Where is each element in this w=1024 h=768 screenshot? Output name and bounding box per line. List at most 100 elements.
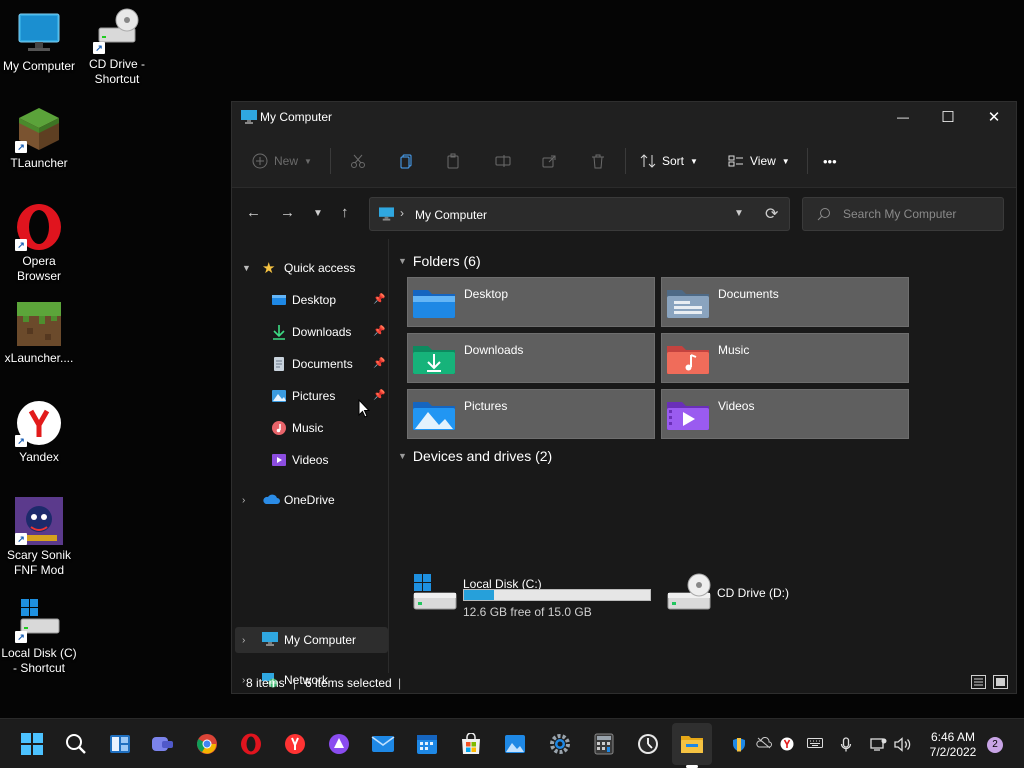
title-bar[interactable]: My Computer — ☐ ✕ <box>232 102 1016 132</box>
desktop-icon-scary-sonik[interactable]: ↗ Scary Sonik FNF Mod <box>0 497 78 578</box>
share-button[interactable] <box>541 148 557 174</box>
cut-button[interactable] <box>350 148 366 174</box>
breadcrumb[interactable]: My Computer <box>415 208 487 222</box>
shortcut-arrow-icon: ↗ <box>15 141 27 153</box>
network-status-icon[interactable] <box>870 737 887 755</box>
recent-locations-chevron-icon[interactable]: ▼ <box>313 208 323 219</box>
folder-name: Documents <box>718 287 779 301</box>
windows-security-icon[interactable] <box>732 737 746 755</box>
back-arrow-icon[interactable]: ← <box>246 204 261 221</box>
delete-button[interactable] <box>590 148 606 174</box>
taskbar-app-mail[interactable] <box>371 732 395 756</box>
taskbar-app-calculator[interactable] <box>592 732 616 756</box>
desktop-icon-tlauncher[interactable]: ↗ TLauncher <box>0 105 78 171</box>
maximize-button[interactable]: ☐ <box>925 102 971 132</box>
status-separator: | <box>293 676 297 690</box>
clock[interactable]: 6:46 AM 7/2/2022 <box>920 730 986 760</box>
taskbar-app-settings[interactable] <box>548 732 572 756</box>
forward-arrow-icon[interactable]: → <box>280 204 295 221</box>
sidebar-item-documents[interactable]: Documents 📌 <box>232 351 388 377</box>
desktop-icon-my-computer[interactable]: My Computer <box>0 8 78 74</box>
notification-badge[interactable]: 2 <box>987 737 1003 753</box>
opera-icon: ↗ <box>15 203 63 251</box>
monitor-icon <box>262 632 278 648</box>
breadcrumb-separator-icon: › <box>400 206 404 220</box>
drive-cd-drive[interactable]: CD Drive (D:) <box>667 573 817 623</box>
keyboard-icon[interactable] <box>807 737 823 752</box>
folders-group-header[interactable]: ▼ Folders (6) <box>398 253 481 269</box>
taskbar-search-button[interactable] <box>64 732 88 756</box>
address-bar[interactable]: › My Computer ▼ ⟳ <box>369 197 790 231</box>
folder-icon <box>681 736 703 753</box>
chevron-down-icon[interactable]: ▼ <box>734 208 744 219</box>
microphone-icon[interactable] <box>840 737 852 756</box>
details-view-icon[interactable] <box>971 675 986 689</box>
new-button[interactable]: New ▼ <box>252 148 312 174</box>
taskbar-app-opera[interactable] <box>239 732 263 756</box>
folder-tile-downloads[interactable]: Downloads <box>407 333 655 383</box>
item-count: 8 items <box>246 676 285 690</box>
desktop-icon-cd-drive-shortcut[interactable]: ↗ CD Drive - Shortcut <box>78 6 156 87</box>
taskbar-app-file-explorer[interactable] <box>680 732 704 756</box>
pin-icon: 📌 <box>373 326 386 337</box>
videos-folder-icon <box>666 396 710 432</box>
desktop-icon-label: Yandex <box>19 450 59 464</box>
search-box[interactable] <box>802 197 1004 231</box>
sidebar-item-downloads[interactable]: Downloads 📌 <box>232 319 388 345</box>
refresh-icon[interactable]: ⟳ <box>765 204 778 224</box>
desktop-icon-label: My Computer <box>2 59 76 73</box>
desktop-icon-opera-browser[interactable]: ↗ Opera Browser <box>0 203 78 284</box>
sidebar-item-videos[interactable]: Videos <box>232 447 388 473</box>
sidebar-item-label: Pictures <box>292 389 336 403</box>
start-button[interactable] <box>20 732 44 756</box>
folder-tile-music[interactable]: Music <box>661 333 909 383</box>
search-input[interactable] <box>843 207 993 221</box>
taskbar-app-store[interactable] <box>459 732 483 756</box>
taskbar-app-alice[interactable] <box>327 732 351 756</box>
chevron-down-icon: ▼ <box>690 156 698 166</box>
rename-button[interactable] <box>495 148 511 174</box>
paste-button[interactable] <box>445 148 461 174</box>
folder-tile-desktop[interactable]: Desktop <box>407 277 655 327</box>
chevron-right-icon[interactable]: › <box>242 635 245 646</box>
more-options-button[interactable]: ••• <box>823 148 837 174</box>
yandex-tray-icon[interactable] <box>780 737 794 754</box>
copy-button[interactable] <box>398 148 414 174</box>
chevron-down-icon[interactable]: ▼ <box>242 263 251 273</box>
desktop-icon-xlauncher[interactable]: xLauncher.... <box>0 300 78 366</box>
widgets-button[interactable] <box>108 732 132 756</box>
chevron-right-icon[interactable]: › <box>242 495 245 506</box>
sidebar-item-desktop[interactable]: Desktop 📌 <box>232 287 388 313</box>
volume-icon[interactable] <box>894 737 912 755</box>
taskbar-app-photos[interactable] <box>503 732 527 756</box>
onedrive-offline-icon[interactable] <box>756 737 772 752</box>
pictures-folder-icon <box>412 396 456 432</box>
up-arrow-icon[interactable]: ↑ <box>341 204 349 221</box>
taskbar-app-yandex-browser[interactable] <box>283 732 307 756</box>
folder-tile-videos[interactable]: Videos <box>661 389 909 439</box>
sidebar-item-onedrive[interactable]: › OneDrive <box>232 487 388 513</box>
close-button[interactable]: ✕ <box>971 102 1017 132</box>
folder-tile-documents[interactable]: Documents <box>661 277 909 327</box>
folder-tile-pictures[interactable]: Pictures <box>407 389 655 439</box>
taskbar-app-clock[interactable] <box>636 732 660 756</box>
mail-icon <box>371 736 395 752</box>
taskbar-app-calendar[interactable] <box>415 732 439 756</box>
view-button[interactable]: View ▼ <box>728 148 790 174</box>
minimize-button[interactable]: — <box>880 102 926 132</box>
sidebar-item-label: My Computer <box>284 633 357 647</box>
taskbar-app-chrome[interactable] <box>195 732 219 756</box>
alice-icon <box>329 734 349 754</box>
desktop-icon-local-disk-shortcut[interactable]: ↗ Local Disk (C) - Shortcut <box>0 595 78 676</box>
paste-icon <box>447 153 459 169</box>
clock-date: 7/2/2022 <box>929 745 977 759</box>
sort-button[interactable]: Sort ▼ <box>640 148 698 174</box>
desktop-icon-yandex[interactable]: ↗ Yandex <box>0 399 78 465</box>
devices-group-header[interactable]: ▼ Devices and drives (2) <box>398 448 552 464</box>
sidebar-item-my-computer[interactable]: › My Computer <box>235 627 388 653</box>
shortcut-arrow-icon: ↗ <box>15 239 27 251</box>
drive-local-disk[interactable]: Local Disk (C:) 12.6 GB free of 15.0 GB <box>413 573 653 623</box>
chat-button[interactable] <box>151 732 175 756</box>
large-icons-view-icon[interactable] <box>993 675 1008 689</box>
sidebar-item-quick-access[interactable]: ▼ ★ Quick access <box>232 255 388 281</box>
